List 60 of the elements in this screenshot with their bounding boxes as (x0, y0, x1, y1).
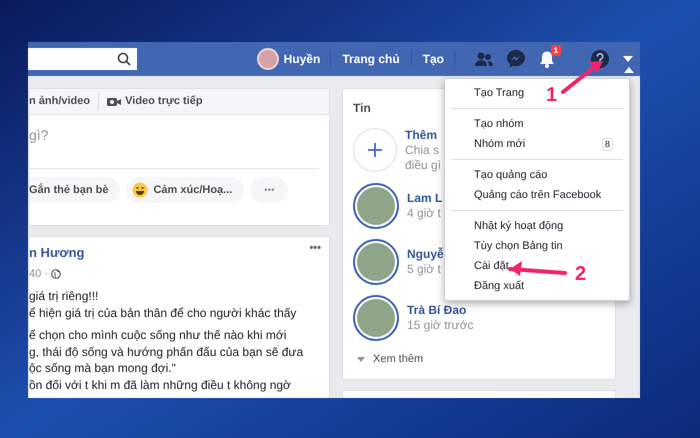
bell-icon[interactable] (538, 50, 556, 68)
story-avatar[interactable] (353, 295, 399, 341)
caret-icon[interactable] (357, 356, 365, 362)
menu-item[interactable]: Nhóm mới (474, 136, 526, 152)
story-subtitle: 15 giờ trước (407, 318, 474, 333)
post-text-line: ộc sống mà bạn mong đợi." (29, 360, 177, 376)
composer-tab[interactable]: n ảnh/video (29, 93, 100, 110)
story-subtitle: Chia s (405, 142, 440, 158)
menu-item[interactable]: Quảng cáo trên Facebook (474, 186, 602, 204)
notification-badge: 1 (550, 45, 561, 56)
smiley-icon[interactable] (132, 182, 148, 198)
annotation-arrow (561, 61, 603, 94)
friends-icon[interactable] (474, 51, 494, 67)
nav-link[interactable]: Tạo (412, 50, 456, 68)
story-name[interactable]: Trà Bí Đao (407, 303, 474, 318)
story-subtitle: 5 giờ t (407, 262, 442, 277)
menu-item[interactable]: Tạo Trang (474, 84, 524, 102)
photo-placeholder (357, 187, 395, 225)
globe-icon (50, 268, 61, 279)
plus-icon[interactable] (367, 142, 383, 158)
post-text-line: g, thái độ sống và hướng phấn đấu của bạn sẽ đưa (29, 344, 304, 360)
feeling-button[interactable]: Cảm xúc/Hoạ... (126, 177, 244, 203)
story-name[interactable]: Lam L (407, 191, 442, 206)
chat-bubble-icon[interactable] (506, 49, 526, 69)
video-camera-icon[interactable] (107, 96, 122, 106)
profile-link[interactable]: Huyền (284, 50, 332, 68)
menu-item[interactable]: Tạo nhóm (474, 116, 524, 132)
annotation-number: 1 (546, 83, 558, 108)
add-story-button[interactable] (353, 128, 397, 172)
tag-friends-button[interactable]: Gắn thẻ bạn bè (29, 177, 120, 203)
post-text-line: ể hiện giá trị của bản thân để cho người khác thấy (29, 304, 298, 321)
menu-item[interactable]: Tạo quảng cáo (474, 166, 548, 184)
annotation-number: 2 (575, 262, 586, 287)
post-text-line: ồn đối với t khi m đã làm những điều t không ngờ (29, 376, 292, 393)
story-subtitle: 4 giờ t (407, 206, 442, 221)
post-text-line: giá trị riêng!!! (29, 288, 100, 304)
author-name[interactable]: n Hương (29, 243, 84, 262)
photo-placeholder (357, 243, 395, 281)
story-name[interactable]: Nguyễ (407, 247, 444, 262)
story-avatar[interactable] (353, 239, 399, 285)
story-avatar[interactable] (353, 183, 399, 229)
caret-icon[interactable] (622, 54, 634, 64)
photo-placeholder (357, 299, 395, 337)
search-icon[interactable] (117, 52, 131, 66)
see-more-link[interactable]: Xem thêm (357, 351, 424, 368)
more-options-button[interactable]: ••• (309, 243, 321, 254)
menu-item[interactable]: Tùy chọn Bảng tin (474, 238, 563, 254)
search-field[interactable] (28, 48, 137, 70)
menu-item[interactable]: Đăng xuất (474, 278, 524, 294)
story-subtitle: điều gì (405, 158, 442, 172)
menu-item[interactable]: Cài đặt (474, 258, 509, 274)
nav-link[interactable]: Trang chủ (331, 50, 412, 68)
avatar[interactable] (256, 48, 279, 70)
post-text-line: ể chọn cho mình cuộc sống như thế nào khi mới (29, 327, 288, 344)
annotation-arrow (508, 261, 567, 276)
section-title: Tin (353, 100, 372, 117)
count-badge: 8 (602, 138, 613, 150)
menu-item[interactable]: Nhật ký hoạt động (474, 218, 564, 234)
story-name[interactable]: Thêm (405, 128, 442, 142)
composer-tab[interactable]: Video trực tiếp (99, 93, 203, 110)
